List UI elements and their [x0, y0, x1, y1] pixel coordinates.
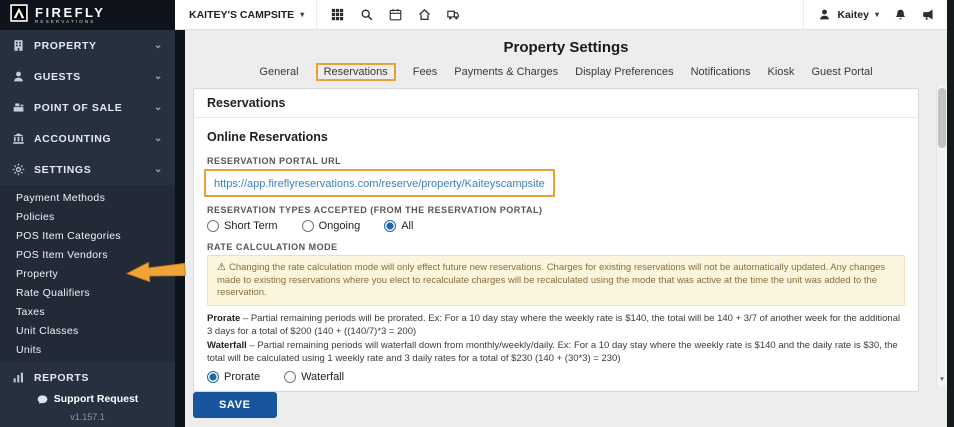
- warning-icon: ⚠: [217, 262, 226, 273]
- reservations-card: Reservations Online Reservations RESERVA…: [193, 88, 919, 392]
- sidebar: FIREFLY RESERVATIONS PROPERTY ⌄ GUESTS ⌄…: [0, 0, 175, 427]
- waterfall-description: Waterfall – Partial remaining periods wi…: [207, 340, 905, 366]
- rate-mode-radio-group: Prorate Waterfall: [207, 371, 905, 383]
- window-right-edge: [947, 0, 954, 427]
- caret-down-icon: ▾: [300, 10, 304, 19]
- annotation-arrow-property: [124, 257, 188, 286]
- apps-grid-icon[interactable]: [323, 0, 352, 30]
- support-request-button[interactable]: Support Request: [0, 390, 175, 408]
- radio-all[interactable]: All: [384, 220, 413, 232]
- gear-icon: [12, 163, 25, 176]
- tab-reservations[interactable]: Reservations: [324, 66, 388, 78]
- sidebar-subitem-unit-classes[interactable]: Unit Classes: [0, 321, 175, 340]
- main-content: Property Settings General Reservations F…: [185, 30, 947, 427]
- sidebar-subitem-payment-methods[interactable]: Payment Methods: [0, 188, 175, 207]
- tab-notifications[interactable]: Notifications: [691, 66, 751, 78]
- topbar: KAITEY'S CAMPSITE ▾ Kaitey ▾: [175, 0, 947, 30]
- cash-register-icon: [12, 101, 25, 114]
- bar-chart-icon: [12, 371, 25, 384]
- radio-short-term[interactable]: Short Term: [207, 220, 278, 232]
- radio-all-input[interactable]: [384, 220, 396, 232]
- tab-general[interactable]: General: [259, 66, 298, 78]
- annotation-box-reservations-tab: Reservations: [316, 63, 396, 81]
- person-icon: [12, 70, 25, 83]
- sidebar-subitem-policies[interactable]: Policies: [0, 207, 175, 226]
- radio-prorate[interactable]: Prorate: [207, 371, 260, 383]
- chevron-down-icon: ⌄: [154, 72, 163, 82]
- sidebar-item-accounting[interactable]: ACCOUNTING ⌄: [0, 123, 175, 154]
- sidebar-item-property[interactable]: PROPERTY ⌄: [0, 30, 175, 61]
- user-menu[interactable]: Kaitey ▾: [803, 0, 879, 29]
- firefly-logo[interactable]: FIREFLY RESERVATIONS: [0, 0, 175, 30]
- content-left-gutter: [175, 30, 185, 427]
- calendar-icon[interactable]: [381, 0, 410, 30]
- person-icon: [818, 8, 831, 21]
- tab-payments-and-charges[interactable]: Payments & Charges: [454, 66, 558, 78]
- portal-url-label: RESERVATION PORTAL URL: [207, 156, 905, 166]
- announcements-megaphone-icon[interactable]: [922, 8, 935, 21]
- topbar-right: Kaitey ▾: [803, 0, 947, 29]
- notifications-bell-icon[interactable]: [894, 8, 907, 21]
- scrollbar-down-arrow[interactable]: ▼: [937, 372, 947, 386]
- radio-prorate-input[interactable]: [207, 371, 219, 383]
- search-icon[interactable]: [352, 0, 381, 30]
- sidebar-item-reports[interactable]: REPORTS: [0, 362, 175, 387]
- card-body: Online Reservations RESERVATION PORTAL U…: [194, 118, 918, 391]
- version-label: v1.157.1: [0, 412, 175, 422]
- radio-short-term-input[interactable]: [207, 220, 219, 232]
- sidebar-subitem-units[interactable]: Units: [0, 340, 175, 359]
- sidebar-nav: PROPERTY ⌄ GUESTS ⌄ POINT OF SALE ⌄ ACCO…: [0, 30, 175, 387]
- chat-bubble-icon: [37, 394, 48, 405]
- firefly-logo-icon: [10, 4, 28, 27]
- tab-kiosk[interactable]: Kiosk: [768, 66, 795, 78]
- reservation-types-radio-group: Short Term Ongoing All: [207, 220, 905, 232]
- settings-tabs: General Reservations Fees Payments & Cha…: [185, 63, 947, 81]
- save-button[interactable]: SAVE: [193, 392, 277, 418]
- radio-waterfall[interactable]: Waterfall: [284, 371, 344, 383]
- truck-icon[interactable]: [439, 0, 468, 30]
- tab-fees[interactable]: Fees: [413, 66, 437, 78]
- scrollbar-thumb[interactable]: [938, 88, 946, 148]
- rate-mode-warning: ⚠Changing the rate calculation mode will…: [207, 255, 905, 306]
- sidebar-subitem-taxes[interactable]: Taxes: [0, 302, 175, 321]
- sidebar-item-point-of-sale[interactable]: POINT OF SALE ⌄: [0, 92, 175, 123]
- annotation-box-portal-url: https://app.fireflyreservations.com/rese…: [204, 169, 555, 197]
- brand-tagline: RESERVATIONS: [35, 19, 105, 25]
- brand-name: FIREFLY: [35, 6, 105, 19]
- tab-guest-portal[interactable]: Guest Portal: [811, 66, 872, 78]
- sidebar-subitem-pos-item-categories[interactable]: POS Item Categories: [0, 226, 175, 245]
- bank-icon: [12, 132, 25, 145]
- sidebar-item-guests[interactable]: GUESTS ⌄: [0, 61, 175, 92]
- save-row: SAVE: [193, 392, 277, 418]
- chevron-down-icon: ⌄: [154, 103, 163, 113]
- content-scrollbar[interactable]: ▼: [936, 86, 947, 386]
- property-selector[interactable]: KAITEY'S CAMPSITE ▾: [175, 0, 317, 29]
- card-header: Reservations: [194, 89, 918, 118]
- prorate-description: Prorate – Partial remaining periods will…: [207, 313, 905, 339]
- topbar-icons: [323, 0, 468, 30]
- sidebar-footer: Support Request v1.157.1: [0, 387, 175, 427]
- reservation-portal-url-link[interactable]: https://app.fireflyreservations.com/rese…: [214, 178, 545, 190]
- building-icon: [12, 39, 25, 52]
- chevron-down-icon: ⌄: [154, 41, 163, 51]
- rate-calculation-mode-label: RATE CALCULATION MODE: [207, 242, 905, 252]
- caret-down-icon: ▾: [875, 10, 879, 19]
- page-title: Property Settings: [185, 39, 947, 56]
- reservation-types-label: RESERVATION TYPES ACCEPTED (FROM THE RES…: [207, 205, 905, 215]
- chevron-down-icon: ⌄: [154, 165, 163, 175]
- sidebar-subitem-rate-qualifiers[interactable]: Rate Qualifiers: [0, 283, 175, 302]
- radio-ongoing[interactable]: Ongoing: [302, 220, 361, 232]
- home-icon[interactable]: [410, 0, 439, 30]
- radio-waterfall-input[interactable]: [284, 371, 296, 383]
- radio-ongoing-input[interactable]: [302, 220, 314, 232]
- online-reservations-title: Online Reservations: [207, 130, 905, 144]
- tab-display-preferences[interactable]: Display Preferences: [575, 66, 673, 78]
- sidebar-item-settings[interactable]: SETTINGS ⌄: [0, 154, 175, 185]
- chevron-down-icon: ⌄: [154, 134, 163, 144]
